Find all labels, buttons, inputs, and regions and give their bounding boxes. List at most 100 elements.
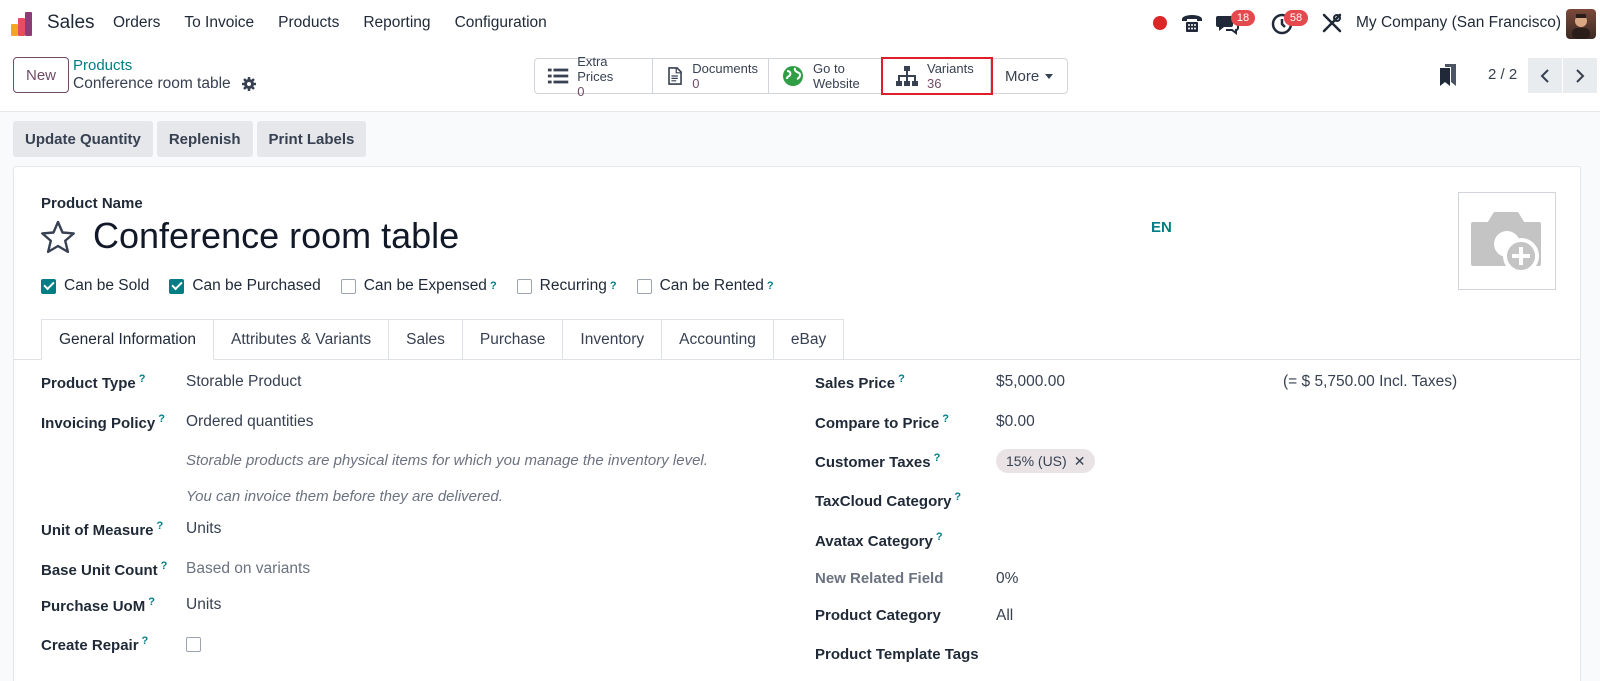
tools-icon[interactable] <box>1320 11 1344 35</box>
new-button[interactable]: New <box>13 57 69 93</box>
more-label: More <box>1005 67 1040 85</box>
star-icon[interactable] <box>39 219 77 255</box>
checkbox-unchecked[interactable] <box>636 278 652 294</box>
help-tooltip[interactable]: ? <box>157 520 164 532</box>
menu-orders[interactable]: Orders <box>113 14 160 32</box>
menu-to-invoice[interactable]: To Invoice <box>184 14 254 32</box>
tab-sales[interactable]: Sales <box>389 319 463 360</box>
tab-accounting[interactable]: Accounting <box>662 319 774 360</box>
product-name-label: Product Name <box>41 195 143 212</box>
checkbox-label: Recurring <box>539 277 607 294</box>
purchase-uom-label: Purchase UoM? <box>41 596 155 615</box>
chevron-right-icon <box>1576 68 1585 83</box>
more-dropdown[interactable]: More <box>991 59 1067 93</box>
help-tooltip[interactable]: ? <box>158 413 165 425</box>
chevron-left-icon <box>1540 68 1549 83</box>
can-be-expensed-checkbox[interactable]: Can be Expensed? <box>340 277 497 295</box>
top-navbar: Sales Orders To Invoice Products Reporti… <box>0 0 1600 46</box>
extra-prices-label: Extra Prices <box>577 53 614 84</box>
recurring-checkbox[interactable]: Recurring? <box>516 277 617 295</box>
documents-label: Documents <box>692 61 758 76</box>
tab-purchase[interactable]: Purchase <box>462 319 564 360</box>
checkbox-unchecked[interactable] <box>516 278 532 294</box>
extra-prices-button[interactable]: Extra Prices 0 <box>535 54 653 99</box>
tax-tag[interactable]: 15% (US) ✕ <box>996 449 1096 473</box>
caret-down-icon <box>1045 73 1054 79</box>
breadcrumb-parent[interactable]: Products <box>73 57 132 74</box>
sitemap-icon <box>896 66 918 86</box>
create-repair-checkbox[interactable] <box>186 637 201 652</box>
bookmarks-icon[interactable] <box>1440 64 1456 86</box>
phone-icon[interactable] <box>1180 11 1204 35</box>
taxcloud-category-label: TaxCloud Category? <box>815 491 962 510</box>
can-be-purchased-checkbox[interactable]: Can be Purchased <box>169 277 321 295</box>
help-tooltip[interactable]: ? <box>139 373 146 385</box>
sales-app-icon[interactable] <box>11 12 37 36</box>
purchase-uom-field[interactable]: Units <box>186 596 221 614</box>
help-tooltip[interactable]: ? <box>936 531 943 543</box>
tab-general-information[interactable]: General Information <box>41 319 214 360</box>
help-tooltip[interactable]: ? <box>490 280 497 292</box>
control-panel: New Products Conference room table Extra… <box>0 46 1600 112</box>
checkbox-checked[interactable] <box>41 278 56 294</box>
variants-count: 36 <box>927 76 942 91</box>
product-image[interactable] <box>1458 192 1556 290</box>
help-tooltip[interactable]: ? <box>942 413 949 425</box>
tab-ebay[interactable]: eBay <box>773 319 845 360</box>
checkbox-unchecked[interactable] <box>340 278 356 294</box>
tab-inventory[interactable]: Inventory <box>563 319 663 360</box>
product-category-field[interactable]: All <box>996 607 1013 625</box>
list-icon <box>547 68 569 84</box>
invoicing-policy-label: Invoicing Policy? <box>41 413 165 432</box>
menu-products[interactable]: Products <box>278 14 339 32</box>
tax-tag-label: 15% (US) <box>1006 453 1067 469</box>
checkbox-label: Can be Purchased <box>192 277 321 294</box>
status-dot[interactable] <box>1153 16 1167 30</box>
help-tooltip[interactable]: ? <box>898 373 905 385</box>
pager-previous-button[interactable] <box>1528 58 1562 93</box>
help-tooltip[interactable]: ? <box>148 596 155 608</box>
company-switcher[interactable]: My Company (San Francisco) <box>1356 14 1561 32</box>
product-type-note: Storable products are physical items for… <box>186 452 708 469</box>
new-related-field-value[interactable]: 0% <box>996 570 1018 588</box>
base-unit-count-field[interactable]: Based on variants <box>186 560 310 578</box>
product-category-label: Product Category <box>815 607 941 624</box>
sales-price-field[interactable]: $5,000.00 <box>996 373 1065 391</box>
pager-value[interactable]: 2 / 2 <box>1488 66 1517 83</box>
globe-icon <box>783 66 803 86</box>
help-tooltip[interactable]: ? <box>934 452 941 464</box>
user-avatar[interactable] <box>1566 9 1596 39</box>
go-to-website-button[interactable]: Go to Website <box>769 59 883 93</box>
replenish-button[interactable]: Replenish <box>156 121 253 157</box>
pager-next-button[interactable] <box>1563 58 1597 93</box>
menu-configuration[interactable]: Configuration <box>455 14 547 32</box>
print-labels-button[interactable]: Print Labels <box>256 121 367 157</box>
invoicing-policy-field[interactable]: Ordered quantities <box>186 413 314 431</box>
product-title[interactable]: Conference room table <box>93 215 459 257</box>
tab-attributes-variants[interactable]: Attributes & Variants <box>214 319 390 360</box>
help-tooltip[interactable]: ? <box>142 635 149 647</box>
gear-icon[interactable] <box>241 76 257 92</box>
compare-price-label: Compare to Price? <box>815 413 949 432</box>
language-button[interactable]: EN <box>1151 219 1172 236</box>
documents-button[interactable]: Documents 0 <box>653 59 769 93</box>
help-tooltip[interactable]: ? <box>610 280 617 292</box>
update-quantity-button[interactable]: Update Quantity <box>13 121 153 157</box>
menu-reporting[interactable]: Reporting <box>363 14 430 32</box>
help-tooltip[interactable]: ? <box>767 280 774 292</box>
can-be-sold-checkbox[interactable]: Can be Sold <box>41 277 149 295</box>
variants-button[interactable]: Variants 36 <box>881 57 993 95</box>
main-menu: Orders To Invoice Products Reporting Con… <box>113 14 571 32</box>
remove-tag-icon[interactable]: ✕ <box>1074 453 1086 470</box>
checkbox-checked[interactable] <box>169 278 185 294</box>
checkbox-label: Can be Rented <box>659 277 764 294</box>
variants-label: Variants <box>927 61 974 76</box>
compare-price-field[interactable]: $0.00 <box>996 413 1035 431</box>
help-tooltip[interactable]: ? <box>161 560 168 572</box>
app-name[interactable]: Sales <box>47 12 95 34</box>
product-type-field[interactable]: Storable Product <box>186 373 301 391</box>
can-be-rented-checkbox[interactable]: Can be Rented? <box>636 277 774 295</box>
help-tooltip[interactable]: ? <box>954 491 961 503</box>
unit-of-measure-field[interactable]: Units <box>186 520 221 538</box>
notebook-tabs: General Information Attributes & Variant… <box>41 319 845 360</box>
